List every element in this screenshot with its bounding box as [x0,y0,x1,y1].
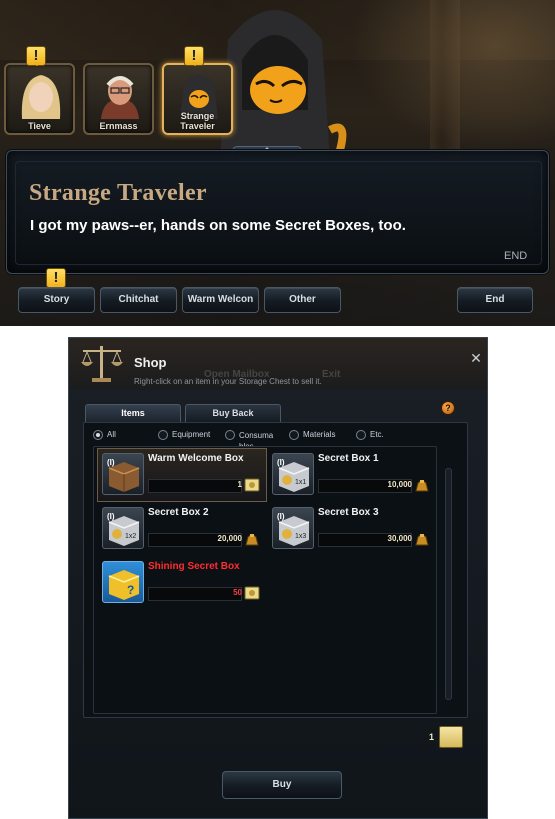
item-name: Secret Box 1 [318,453,379,464]
item-thumbnail: 1x3 (I) [272,507,314,549]
ernmass-face-icon [101,76,139,119]
radio-icon [356,430,366,440]
coupon-count: 1 [429,732,435,742]
item-name: Secret Box 2 [148,507,209,518]
brown-box-icon: (I) [107,458,140,492]
close-icon[interactable]: ✕ [469,352,483,366]
filter-label: Equipment [172,430,211,439]
npc-dialogue-scene: Tieve Ernmass Strange Traveler ! ! ⌃ Str… [0,0,555,326]
welcome-coupon-icon [439,726,463,748]
portrait-ernmass[interactable]: Ernmass [83,63,154,135]
radio-icon [289,430,299,440]
shop-title: Shop [134,355,167,370]
radio-icon [225,430,235,440]
shop-item-shining-secret-box[interactable]: ? Shining Secret Box 50 [98,557,266,609]
item-list: (I) Warm Welcome Box 1 1x1 (I) Secret Bo… [93,446,437,714]
radio-icon [158,430,168,440]
filter-label: Etc. [370,430,384,439]
item-thumbnail: 1x1 (I) [272,453,314,495]
portrait-name: Strange Traveler [180,111,215,131]
other-button[interactable]: Other [264,287,341,313]
item-price: 30,000 [387,534,412,543]
chitchat-button[interactable]: Chitchat [100,287,177,313]
welcome-coupon-icon [244,586,260,600]
svg-text:?: ? [127,583,134,597]
portrait-strange-traveler[interactable]: Strange Traveler [162,63,233,135]
shop-item-secret-box-3[interactable]: 1x3 (I) Secret Box 3 30,000 [268,503,436,555]
tab-items[interactable]: Items [85,404,181,422]
svg-text:(I): (I) [277,512,285,521]
shop-item-secret-box-2[interactable]: 1x2 (I) Secret Box 2 20,000 [98,503,266,555]
item-thumbnail: ? [102,561,144,603]
quest-alert-icon: ! [184,46,204,66]
welcome-coupon-icon [244,478,260,492]
shop-item-secret-box-1[interactable]: 1x1 (I) Secret Box 1 10,000 [268,449,436,501]
speaker-name: Strange Traveler [29,180,207,206]
shop-header: Open Mailbox Exit Shop Right-click on an… [69,338,487,390]
portrait-name: Ernmass [99,121,138,131]
shop-subtitle: Right-click on an item in your Storage C… [134,377,322,386]
end-button[interactable]: End [457,287,533,313]
svg-text:(I): (I) [107,512,115,521]
shop-window: Open Mailbox Exit Shop Right-click on an… [68,337,488,819]
info-icon[interactable]: ? [441,401,455,415]
quest-alert-icon: ! [46,268,66,288]
item-price: 1 [237,480,242,489]
svg-text:1x1: 1x1 [295,479,306,486]
price-field [148,587,242,601]
ghost-label: Exit [322,369,341,380]
item-price: 20,000 [217,534,242,543]
gold-pouch-icon [245,534,259,546]
filter-label: All [107,430,116,439]
tab-buy-back[interactable]: Buy Back [185,404,281,422]
gold-box-icon: ? [108,570,140,600]
svg-text:(I): (I) [107,458,115,467]
scales-icon [81,346,123,382]
dialogue-box: Strange Traveler [6,150,549,274]
dialogue-text: I got my paws--er, hands on some Secret … [30,217,406,234]
svg-text:1x3: 1x3 [295,533,306,540]
svg-text:1x2: 1x2 [125,533,136,540]
buy-button[interactable]: Buy [222,771,342,799]
gold-pouch-icon [415,480,429,492]
shop-item-warm-welcome-box[interactable]: (I) Warm Welcome Box 1 [97,448,267,502]
story-button[interactable]: Story [18,287,95,313]
item-list-scrollbar[interactable] [445,468,452,700]
item-thumbnail: 1x2 (I) [102,507,144,549]
silver-box-icon: 1x2 (I) [107,512,140,546]
item-price: 10,000 [387,480,412,489]
gold-pouch-icon [415,534,429,546]
price-field [148,479,242,493]
quest-alert-icon: ! [26,46,46,66]
silver-box-icon: 1x3 (I) [277,512,310,546]
item-name: Shining Secret Box [148,561,240,572]
tieve-face-icon [21,75,61,119]
end-marker: END [504,250,528,262]
item-name: Secret Box 3 [318,507,379,518]
radio-icon [93,430,103,440]
filter-label: Materials [303,430,336,439]
item-price: 50 [233,588,242,597]
item-name: Warm Welcome Box [148,453,244,464]
item-thumbnail: (I) [102,453,144,495]
portrait-name: Tieve [28,121,51,131]
svg-text:(I): (I) [277,458,285,467]
silver-box-icon: 1x1 (I) [277,458,310,492]
portrait-tieve[interactable]: Tieve [4,63,75,135]
warm-welcome-button[interactable]: Warm Welcon [182,287,259,313]
